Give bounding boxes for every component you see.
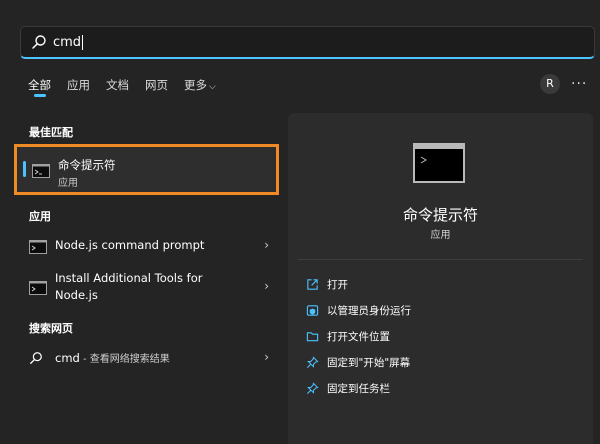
cmd-app-icon: [29, 240, 47, 257]
best-match-heading: 最佳匹配: [29, 126, 73, 139]
action-run-as-admin[interactable]: 以管理员身份运行: [306, 303, 411, 318]
search-icon: [32, 35, 46, 49]
detail-panel: 命令提示符 应用 打开 以管理员身份运行 打开文件位置 固定到"开始"屏幕 固定…: [288, 113, 593, 444]
selection-indicator: [23, 161, 26, 177]
chevron-right-icon[interactable]: ›: [264, 238, 269, 252]
action-open[interactable]: 打开: [306, 277, 348, 292]
web-search-result[interactable]: cmd - 查看网络搜索结果 ›: [29, 350, 269, 368]
start-search-window: cmd 全部 应用 文档 网页 更多 ⌵ R ··· 最佳匹配 命令提示符 应用 …: [0, 0, 600, 444]
more-options-icon[interactable]: ···: [571, 74, 587, 94]
action-open-file-location[interactable]: 打开文件位置: [306, 329, 390, 344]
divider: [298, 259, 583, 260]
chevron-right-icon[interactable]: ›: [264, 279, 269, 293]
app-result-label-line2: Node.js: [55, 288, 98, 302]
detail-title: 命令提示符: [402, 206, 478, 224]
best-match-type: 应用: [58, 178, 78, 189]
shield-icon: [306, 305, 319, 316]
tab-apps[interactable]: 应用: [67, 77, 90, 97]
search-input[interactable]: cmd: [53, 35, 81, 50]
action-pin-to-taskbar[interactable]: 固定到任务栏: [306, 381, 390, 396]
text-caret: [82, 34, 84, 50]
pin-icon: [306, 382, 319, 395]
folder-icon: [306, 332, 319, 342]
open-icon: [307, 279, 318, 290]
cmd-app-icon: [29, 281, 47, 298]
search-box[interactable]: cmd: [20, 26, 595, 59]
web-search-label: cmd - 查看网络搜索结果: [55, 351, 170, 365]
cmd-app-icon: [32, 163, 50, 182]
chevron-down-icon: ⌵: [209, 82, 216, 92]
chevron-right-icon[interactable]: ›: [264, 350, 269, 364]
tab-all[interactable]: 全部: [28, 77, 51, 97]
search-icon: [29, 351, 43, 368]
tab-web[interactable]: 网页: [145, 77, 168, 97]
cmd-large-icon: [413, 143, 465, 183]
avatar[interactable]: R: [540, 74, 560, 94]
filter-tabs: 全部 应用 文档 网页 更多 ⌵: [28, 77, 232, 97]
app-result-label: Node.js command prompt: [55, 238, 205, 252]
app-result-nodejs-prompt[interactable]: Node.js command prompt ›: [29, 238, 269, 256]
tab-more[interactable]: 更多 ⌵: [184, 77, 216, 97]
best-match-item[interactable]: 命令提示符 应用: [14, 144, 279, 195]
tab-documents[interactable]: 文档: [106, 77, 129, 97]
app-result-label-line1: Install Additional Tools for: [55, 271, 203, 285]
app-result-install-tools[interactable]: Install Additional Tools for Node.js ›: [29, 271, 269, 305]
apps-heading: 应用: [29, 210, 51, 223]
best-match-name: 命令提示符: [58, 158, 116, 172]
web-search-heading: 搜索网页: [29, 322, 73, 335]
detail-subtitle: 应用: [430, 230, 451, 241]
action-pin-to-start[interactable]: 固定到"开始"屏幕: [306, 355, 410, 370]
pin-icon: [306, 356, 319, 369]
